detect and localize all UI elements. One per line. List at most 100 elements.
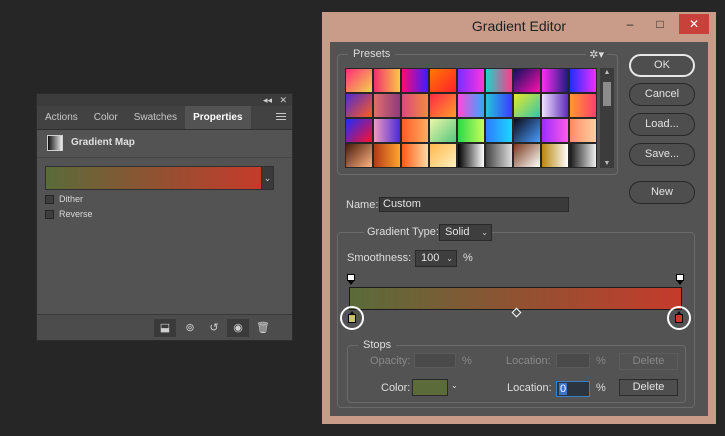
tab-properties[interactable]: Properties xyxy=(185,106,251,129)
maximize-button[interactable]: □ xyxy=(645,14,675,34)
chevron-down-icon[interactable]: ⌄ xyxy=(446,251,453,266)
adjustment-title: Gradient Map xyxy=(71,137,135,148)
preset-swatch[interactable] xyxy=(457,93,485,118)
preset-swatch[interactable] xyxy=(485,118,513,143)
tab-actions[interactable]: Actions xyxy=(37,106,86,129)
gear-icon[interactable]: ✲▾ xyxy=(586,48,607,61)
tab-swatches[interactable]: Swatches xyxy=(126,106,185,129)
trash-icon[interactable]: 🗑 xyxy=(252,319,274,337)
gradient-type-select[interactable]: Solid ⌄ xyxy=(439,224,492,241)
close-panel-button[interactable]: ✕ xyxy=(279,94,287,106)
stop-color-swatch[interactable] xyxy=(412,379,448,396)
editor-body: Presets ✲▾ ▲ ▼ OK Cancel Load... Save...… xyxy=(330,42,708,416)
chevron-down-icon[interactable]: ⌄ xyxy=(451,381,458,390)
preset-swatch[interactable] xyxy=(429,93,457,118)
name-field[interactable]: Custom xyxy=(379,197,569,212)
reverse-label: Reverse xyxy=(59,209,93,219)
cancel-button[interactable]: Cancel xyxy=(629,83,695,106)
load-button[interactable]: Load... xyxy=(629,113,695,136)
new-button[interactable]: New xyxy=(629,181,695,204)
opacity-stop-left[interactable] xyxy=(347,274,355,285)
presets-label: Presets xyxy=(348,48,396,60)
name-label: Name: xyxy=(346,199,379,211)
preset-swatch[interactable] xyxy=(345,93,373,118)
reverse-checkbox[interactable]: Reverse xyxy=(45,209,93,219)
clip-to-layer-icon[interactable]: ⬓ xyxy=(154,319,176,337)
preset-swatch[interactable] xyxy=(345,143,373,168)
visibility-eye-icon[interactable]: ◉ xyxy=(227,319,249,337)
view-previous-icon[interactable]: ⊚ xyxy=(179,319,201,337)
opacity-stop-right[interactable] xyxy=(676,274,684,285)
preset-swatch[interactable] xyxy=(569,118,597,143)
preset-swatch[interactable] xyxy=(541,143,569,168)
presets-scrollbar[interactable]: ▲ ▼ xyxy=(600,68,614,168)
ok-button[interactable]: OK xyxy=(629,54,695,77)
smoothness-value: 100 xyxy=(421,252,440,264)
tab-color[interactable]: Color xyxy=(86,106,126,129)
checkbox-box[interactable] xyxy=(45,209,54,219)
stops-label: Stops xyxy=(358,339,397,351)
preset-swatch[interactable] xyxy=(373,93,401,118)
chevron-down-icon[interactable]: ⌄ xyxy=(261,167,273,189)
color-stop-right[interactable] xyxy=(667,306,691,330)
preset-swatch[interactable] xyxy=(429,143,457,168)
color-location-label: Location: xyxy=(507,382,552,394)
color-location-input[interactable]: 0 xyxy=(556,381,590,397)
preset-swatch[interactable] xyxy=(457,118,485,143)
preset-swatch[interactable] xyxy=(569,93,597,118)
checkbox-box[interactable] xyxy=(45,194,54,204)
preset-swatch-grid xyxy=(345,68,597,168)
chevron-down-icon: ⌄ xyxy=(481,228,488,237)
preset-swatch[interactable] xyxy=(485,93,513,118)
preset-swatch[interactable] xyxy=(429,68,457,93)
gradient-map-icon xyxy=(47,135,63,151)
close-button[interactable]: ✕ xyxy=(679,14,709,34)
collapse-panel-button[interactable]: ◂◂ xyxy=(263,94,272,106)
minimize-button[interactable]: – xyxy=(615,14,645,34)
preset-swatch[interactable] xyxy=(345,118,373,143)
preset-swatch[interactable] xyxy=(429,118,457,143)
preset-swatch[interactable] xyxy=(401,68,429,93)
preset-swatch[interactable] xyxy=(373,68,401,93)
preset-swatch[interactable] xyxy=(345,68,373,93)
preset-swatch[interactable] xyxy=(401,118,429,143)
preset-swatch[interactable] xyxy=(513,143,541,168)
preset-swatch[interactable] xyxy=(541,68,569,93)
preset-swatch[interactable] xyxy=(373,143,401,168)
scrollbar-thumb[interactable] xyxy=(603,82,611,106)
smoothness-label: Smoothness: xyxy=(347,252,412,264)
opacity-location-field xyxy=(556,353,590,368)
preset-swatch[interactable] xyxy=(569,143,597,168)
color-delete-button[interactable]: Delete xyxy=(619,379,678,396)
scroll-down-icon[interactable]: ▼ xyxy=(600,160,614,167)
reset-icon[interactable]: ↺ xyxy=(203,319,225,337)
preset-swatch[interactable] xyxy=(457,68,485,93)
preset-swatch[interactable] xyxy=(513,118,541,143)
preset-swatch[interactable] xyxy=(513,93,541,118)
panel-title-bar: ◂◂ ✕ xyxy=(37,94,292,106)
gradient-preview[interactable] xyxy=(46,167,261,189)
color-stop-left[interactable] xyxy=(340,306,364,330)
opacity-delete-button: Delete xyxy=(619,353,678,370)
gradient-picker[interactable]: ⌄ xyxy=(45,166,274,190)
save-button[interactable]: Save... xyxy=(629,143,695,166)
preset-swatch[interactable] xyxy=(401,93,429,118)
preset-swatch[interactable] xyxy=(541,93,569,118)
scroll-up-icon[interactable]: ▲ xyxy=(600,69,614,76)
panel-menu-icon[interactable] xyxy=(276,111,286,123)
preset-swatch[interactable] xyxy=(513,68,541,93)
preset-swatch[interactable] xyxy=(569,68,597,93)
dither-checkbox[interactable]: Dither xyxy=(45,194,83,204)
opacity-unit: % xyxy=(462,355,472,367)
preset-swatch[interactable] xyxy=(401,143,429,168)
preset-swatch[interactable] xyxy=(457,143,485,168)
preset-swatch[interactable] xyxy=(485,143,513,168)
preset-swatch[interactable] xyxy=(373,118,401,143)
color-location-unit: % xyxy=(596,382,606,394)
gradient-bar[interactable] xyxy=(349,287,682,310)
preset-swatch[interactable] xyxy=(541,118,569,143)
preset-swatch[interactable] xyxy=(485,68,513,93)
smoothness-field[interactable]: 100 ⌄ xyxy=(415,250,457,267)
gradient-type-value: Solid xyxy=(445,226,470,238)
gradient-type-label: Gradient Type: xyxy=(364,226,442,238)
